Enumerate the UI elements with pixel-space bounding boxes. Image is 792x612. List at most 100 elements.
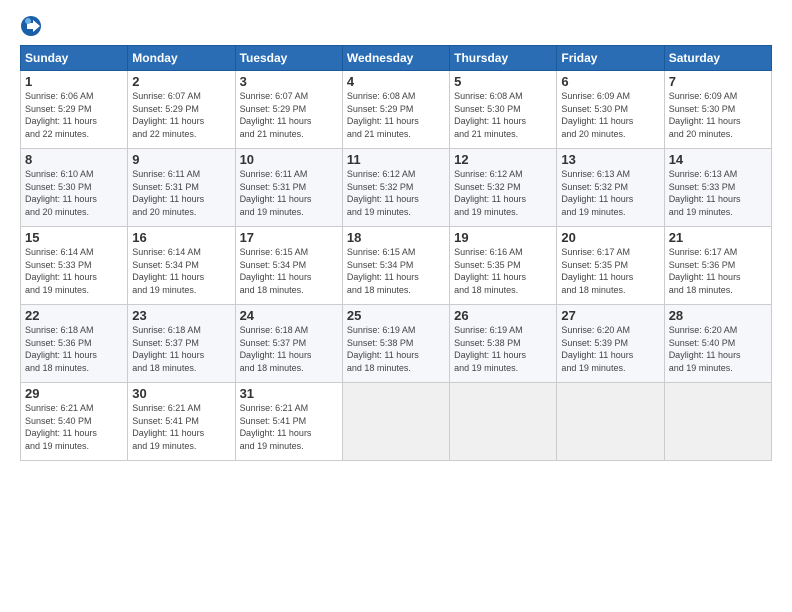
day-number: 29 [25, 386, 123, 401]
day-info: Sunrise: 6:14 AM Sunset: 5:34 PM Dayligh… [132, 246, 230, 296]
calendar-cell [342, 383, 449, 461]
calendar-cell: 26Sunrise: 6:19 AM Sunset: 5:38 PM Dayli… [450, 305, 557, 383]
calendar-week-row: 15Sunrise: 6:14 AM Sunset: 5:33 PM Dayli… [21, 227, 772, 305]
day-number: 10 [240, 152, 338, 167]
calendar-day-header: Tuesday [235, 46, 342, 71]
calendar-cell: 29Sunrise: 6:21 AM Sunset: 5:40 PM Dayli… [21, 383, 128, 461]
day-number: 15 [25, 230, 123, 245]
day-info: Sunrise: 6:08 AM Sunset: 5:30 PM Dayligh… [454, 90, 552, 140]
calendar-cell: 14Sunrise: 6:13 AM Sunset: 5:33 PM Dayli… [664, 149, 771, 227]
day-number: 24 [240, 308, 338, 323]
day-info: Sunrise: 6:06 AM Sunset: 5:29 PM Dayligh… [25, 90, 123, 140]
calendar-cell: 11Sunrise: 6:12 AM Sunset: 5:32 PM Dayli… [342, 149, 449, 227]
calendar-cell: 7Sunrise: 6:09 AM Sunset: 5:30 PM Daylig… [664, 71, 771, 149]
calendar-cell: 5Sunrise: 6:08 AM Sunset: 5:30 PM Daylig… [450, 71, 557, 149]
calendar-week-row: 1Sunrise: 6:06 AM Sunset: 5:29 PM Daylig… [21, 71, 772, 149]
day-number: 30 [132, 386, 230, 401]
calendar-cell: 18Sunrise: 6:15 AM Sunset: 5:34 PM Dayli… [342, 227, 449, 305]
day-info: Sunrise: 6:08 AM Sunset: 5:29 PM Dayligh… [347, 90, 445, 140]
day-info: Sunrise: 6:11 AM Sunset: 5:31 PM Dayligh… [132, 168, 230, 218]
day-number: 14 [669, 152, 767, 167]
calendar-cell: 16Sunrise: 6:14 AM Sunset: 5:34 PM Dayli… [128, 227, 235, 305]
calendar-week-row: 29Sunrise: 6:21 AM Sunset: 5:40 PM Dayli… [21, 383, 772, 461]
calendar-cell: 28Sunrise: 6:20 AM Sunset: 5:40 PM Dayli… [664, 305, 771, 383]
day-info: Sunrise: 6:16 AM Sunset: 5:35 PM Dayligh… [454, 246, 552, 296]
calendar-cell: 25Sunrise: 6:19 AM Sunset: 5:38 PM Dayli… [342, 305, 449, 383]
calendar-cell: 31Sunrise: 6:21 AM Sunset: 5:41 PM Dayli… [235, 383, 342, 461]
day-info: Sunrise: 6:21 AM Sunset: 5:40 PM Dayligh… [25, 402, 123, 452]
day-info: Sunrise: 6:15 AM Sunset: 5:34 PM Dayligh… [347, 246, 445, 296]
day-info: Sunrise: 6:19 AM Sunset: 5:38 PM Dayligh… [454, 324, 552, 374]
day-info: Sunrise: 6:21 AM Sunset: 5:41 PM Dayligh… [132, 402, 230, 452]
day-info: Sunrise: 6:12 AM Sunset: 5:32 PM Dayligh… [347, 168, 445, 218]
calendar-cell: 8Sunrise: 6:10 AM Sunset: 5:30 PM Daylig… [21, 149, 128, 227]
calendar-cell: 21Sunrise: 6:17 AM Sunset: 5:36 PM Dayli… [664, 227, 771, 305]
day-info: Sunrise: 6:17 AM Sunset: 5:36 PM Dayligh… [669, 246, 767, 296]
calendar-cell: 22Sunrise: 6:18 AM Sunset: 5:36 PM Dayli… [21, 305, 128, 383]
day-info: Sunrise: 6:09 AM Sunset: 5:30 PM Dayligh… [561, 90, 659, 140]
calendar-day-header: Thursday [450, 46, 557, 71]
day-info: Sunrise: 6:09 AM Sunset: 5:30 PM Dayligh… [669, 90, 767, 140]
day-number: 20 [561, 230, 659, 245]
day-number: 3 [240, 74, 338, 89]
day-number: 25 [347, 308, 445, 323]
calendar-day-header: Sunday [21, 46, 128, 71]
calendar-cell [557, 383, 664, 461]
calendar-day-header: Monday [128, 46, 235, 71]
day-info: Sunrise: 6:18 AM Sunset: 5:36 PM Dayligh… [25, 324, 123, 374]
calendar-cell: 17Sunrise: 6:15 AM Sunset: 5:34 PM Dayli… [235, 227, 342, 305]
calendar-day-header: Wednesday [342, 46, 449, 71]
day-info: Sunrise: 6:20 AM Sunset: 5:40 PM Dayligh… [669, 324, 767, 374]
calendar-header-row: SundayMondayTuesdayWednesdayThursdayFrid… [21, 46, 772, 71]
day-number: 19 [454, 230, 552, 245]
calendar-cell: 10Sunrise: 6:11 AM Sunset: 5:31 PM Dayli… [235, 149, 342, 227]
day-info: Sunrise: 6:07 AM Sunset: 5:29 PM Dayligh… [240, 90, 338, 140]
calendar-cell: 12Sunrise: 6:12 AM Sunset: 5:32 PM Dayli… [450, 149, 557, 227]
day-number: 26 [454, 308, 552, 323]
day-info: Sunrise: 6:13 AM Sunset: 5:32 PM Dayligh… [561, 168, 659, 218]
header [20, 15, 772, 37]
day-info: Sunrise: 6:10 AM Sunset: 5:30 PM Dayligh… [25, 168, 123, 218]
logo-icon [20, 15, 42, 37]
calendar-cell: 1Sunrise: 6:06 AM Sunset: 5:29 PM Daylig… [21, 71, 128, 149]
day-info: Sunrise: 6:12 AM Sunset: 5:32 PM Dayligh… [454, 168, 552, 218]
calendar-cell: 3Sunrise: 6:07 AM Sunset: 5:29 PM Daylig… [235, 71, 342, 149]
day-info: Sunrise: 6:18 AM Sunset: 5:37 PM Dayligh… [132, 324, 230, 374]
calendar-cell [664, 383, 771, 461]
calendar-week-row: 8Sunrise: 6:10 AM Sunset: 5:30 PM Daylig… [21, 149, 772, 227]
day-number: 21 [669, 230, 767, 245]
day-number: 27 [561, 308, 659, 323]
calendar-cell: 27Sunrise: 6:20 AM Sunset: 5:39 PM Dayli… [557, 305, 664, 383]
calendar-cell: 19Sunrise: 6:16 AM Sunset: 5:35 PM Dayli… [450, 227, 557, 305]
day-number: 12 [454, 152, 552, 167]
calendar-cell [450, 383, 557, 461]
calendar-cell: 2Sunrise: 6:07 AM Sunset: 5:29 PM Daylig… [128, 71, 235, 149]
day-number: 17 [240, 230, 338, 245]
day-info: Sunrise: 6:17 AM Sunset: 5:35 PM Dayligh… [561, 246, 659, 296]
day-number: 23 [132, 308, 230, 323]
day-info: Sunrise: 6:15 AM Sunset: 5:34 PM Dayligh… [240, 246, 338, 296]
calendar-week-row: 22Sunrise: 6:18 AM Sunset: 5:36 PM Dayli… [21, 305, 772, 383]
day-info: Sunrise: 6:11 AM Sunset: 5:31 PM Dayligh… [240, 168, 338, 218]
day-number: 1 [25, 74, 123, 89]
day-number: 11 [347, 152, 445, 167]
day-number: 18 [347, 230, 445, 245]
day-info: Sunrise: 6:13 AM Sunset: 5:33 PM Dayligh… [669, 168, 767, 218]
day-number: 16 [132, 230, 230, 245]
day-info: Sunrise: 6:14 AM Sunset: 5:33 PM Dayligh… [25, 246, 123, 296]
calendar-cell: 30Sunrise: 6:21 AM Sunset: 5:41 PM Dayli… [128, 383, 235, 461]
calendar-cell: 23Sunrise: 6:18 AM Sunset: 5:37 PM Dayli… [128, 305, 235, 383]
calendar-cell: 13Sunrise: 6:13 AM Sunset: 5:32 PM Dayli… [557, 149, 664, 227]
calendar: SundayMondayTuesdayWednesdayThursdayFrid… [20, 45, 772, 461]
calendar-day-header: Saturday [664, 46, 771, 71]
day-number: 22 [25, 308, 123, 323]
day-number: 7 [669, 74, 767, 89]
day-number: 4 [347, 74, 445, 89]
day-number: 9 [132, 152, 230, 167]
day-number: 6 [561, 74, 659, 89]
day-info: Sunrise: 6:18 AM Sunset: 5:37 PM Dayligh… [240, 324, 338, 374]
calendar-cell: 24Sunrise: 6:18 AM Sunset: 5:37 PM Dayli… [235, 305, 342, 383]
calendar-day-header: Friday [557, 46, 664, 71]
day-info: Sunrise: 6:21 AM Sunset: 5:41 PM Dayligh… [240, 402, 338, 452]
calendar-cell: 6Sunrise: 6:09 AM Sunset: 5:30 PM Daylig… [557, 71, 664, 149]
